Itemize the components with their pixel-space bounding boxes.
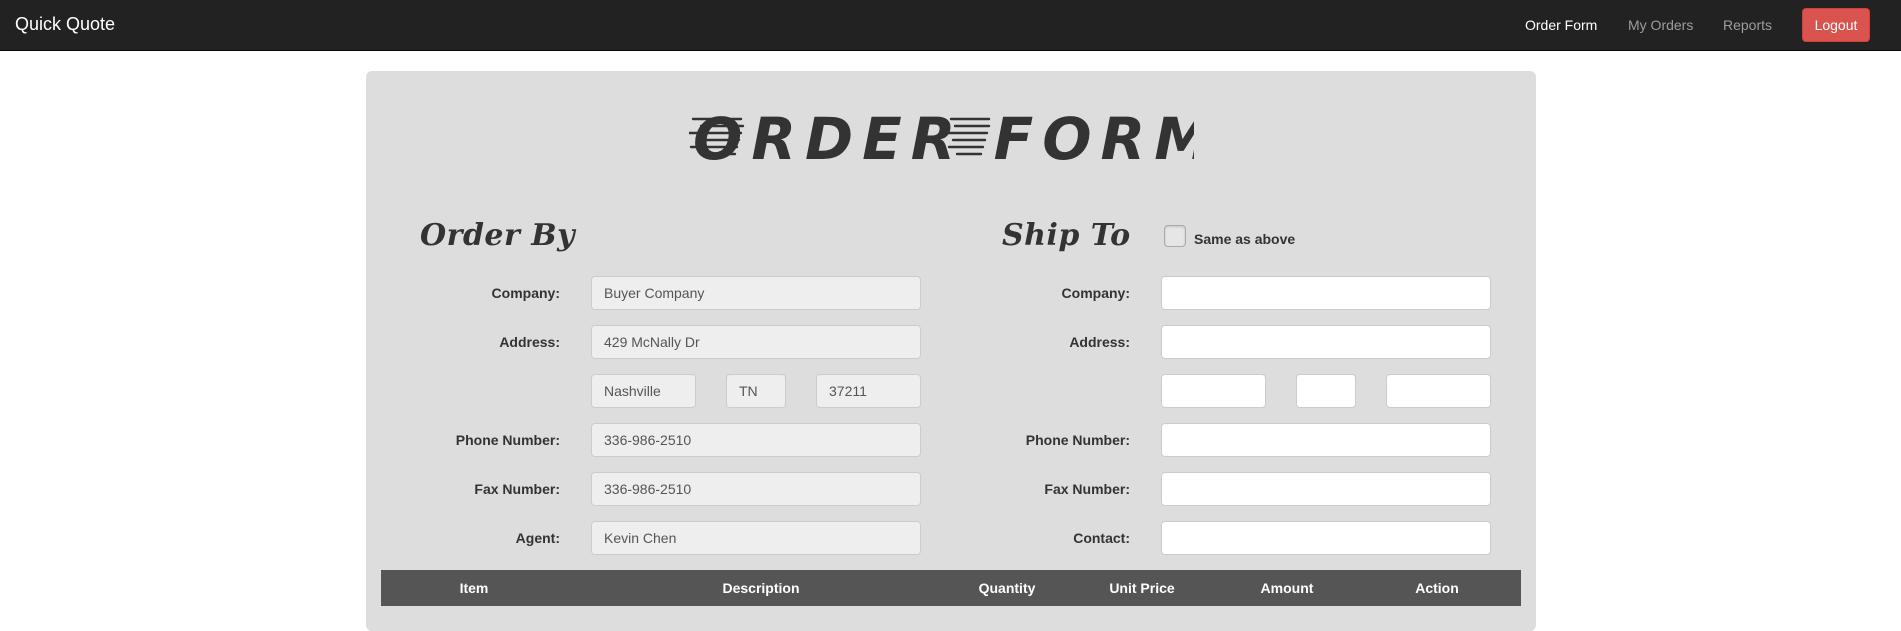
logout-button[interactable]: Logout [1802, 8, 1870, 42]
ship-to-phone-label: Phone Number: [1025, 432, 1130, 448]
order-by-address-label: Address: [499, 334, 560, 350]
ship-to-contact-label: Contact: [1073, 530, 1130, 546]
brand-link[interactable]: Quick Quote [15, 14, 115, 35]
ship-to-phone-field[interactable] [1161, 423, 1491, 457]
order-by-agent-label: Agent: [515, 530, 560, 546]
column-header-amount: Amount [1260, 580, 1314, 596]
column-header-action: Action [1415, 580, 1459, 596]
column-header-quantity: Quantity [978, 580, 1036, 596]
ship-to-state-field[interactable] [1296, 374, 1356, 408]
nav-order-form[interactable]: Order Form [1525, 17, 1597, 33]
navbar: Quick Quote Order Form My Orders Reports… [0, 0, 1901, 51]
ship-to-company-field[interactable] [1161, 276, 1491, 310]
ship-to-address-label: Address: [1069, 334, 1130, 350]
nav-my-orders[interactable]: My Orders [1628, 17, 1693, 33]
nav-reports[interactable]: Reports [1723, 17, 1772, 33]
ship-to-fax-label: Fax Number: [1044, 481, 1130, 497]
order-by-phone-field[interactable] [591, 423, 921, 457]
ship-to-fax-field[interactable] [1161, 472, 1491, 506]
items-table-header: Item Description Quantity Unit Price Amo… [381, 570, 1521, 606]
same-as-above-checkbox[interactable] [1164, 225, 1186, 247]
order-by-fax-field[interactable] [591, 472, 921, 506]
same-as-above-label[interactable]: Same as above [1194, 231, 1295, 247]
order-by-city-field[interactable] [591, 374, 696, 408]
order-by-company-label: Company: [491, 285, 560, 301]
order-by-agent-field[interactable] [591, 521, 921, 555]
ship-to-address-field[interactable] [1161, 325, 1491, 359]
order-by-zip-field[interactable] [816, 374, 921, 408]
column-header-description: Description [722, 580, 800, 596]
ship-to-company-label: Company: [1061, 285, 1130, 301]
order-by-phone-label: Phone Number: [455, 432, 560, 448]
ship-to-contact-field[interactable] [1161, 521, 1491, 555]
ship-to-zip-field[interactable] [1386, 374, 1491, 408]
order-by-title: Order By [420, 218, 576, 253]
order-by-fax-label: Fax Number: [474, 481, 560, 497]
ship-to-city-field[interactable] [1161, 374, 1266, 408]
logo-text: ORDER FORM [693, 105, 1194, 169]
order-by-address-field[interactable] [591, 325, 921, 359]
order-form-logo: ORDER FORM [689, 105, 1194, 169]
ship-to-title: Ship To [1002, 218, 1131, 253]
column-header-item: Item [459, 580, 489, 596]
order-by-company-field[interactable] [591, 276, 921, 310]
order-by-state-field[interactable] [726, 374, 786, 408]
column-header-unit-price: Unit Price [1109, 580, 1175, 596]
